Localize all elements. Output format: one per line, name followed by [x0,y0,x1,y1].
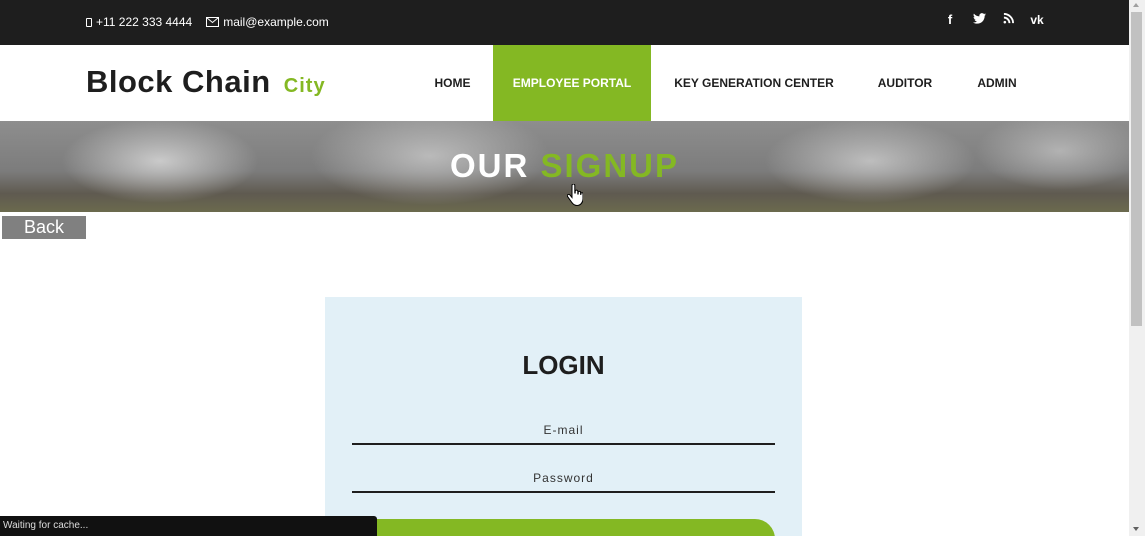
email-address[interactable]: mail@example.com [223,15,329,29]
nav-employee-portal[interactable]: EMPLOYEE PORTAL [493,45,651,121]
banner-title-main: OUR [449,147,530,184]
browser-viewport: +11 222 333 4444 mail@example.com f vk B… [0,0,1145,536]
login-card: LOGIN [325,297,802,536]
site-header: Block Chain City HOME EMPLOYEE PORTAL KE… [0,45,1129,121]
nav-auditor[interactable]: AUDITOR [857,45,953,121]
login-submit-button[interactable] [352,519,775,536]
page-banner: OUR SIGNUP [0,121,1129,212]
scroll-down-arrow-icon[interactable] [1133,527,1139,531]
email-contact[interactable]: mail@example.com [206,15,329,29]
top-bar: +11 222 333 4444 mail@example.com f vk [0,0,1129,45]
phone-contact: +11 222 333 4444 [86,15,192,29]
main-nav: HOME EMPLOYEE PORTAL KEY GENERATION CENT… [412,45,1041,121]
mail-icon [206,17,220,27]
contact-info: +11 222 333 4444 mail@example.com [86,15,343,29]
twitter-icon[interactable] [971,12,987,27]
site-logo[interactable]: Block Chain City [86,64,326,100]
nav-key-generation-center[interactable]: KEY GENERATION CENTER [651,45,857,121]
password-field[interactable] [352,465,775,493]
facebook-icon[interactable]: f [942,12,958,27]
social-links: f vk [942,12,1045,27]
page: +11 222 333 4444 mail@example.com f vk B… [0,0,1129,536]
nav-admin[interactable]: ADMIN [953,45,1041,121]
login-title: LOGIN [522,350,605,380]
hand-cursor-icon [567,184,583,206]
nav-home[interactable]: HOME [412,45,493,121]
vk-icon[interactable]: vk [1029,13,1045,27]
email-field[interactable] [352,417,775,445]
banner-title-accent: SIGNUP [540,147,680,184]
browser-status-bar: Waiting for cache... [0,516,377,536]
scroll-up-arrow-icon[interactable] [1133,3,1139,7]
brand-accent: City [283,75,326,97]
brand-name: Block Chain [86,64,271,99]
banner-title: OUR SIGNUP [0,147,1129,185]
back-button[interactable]: Back [2,216,86,239]
rss-icon[interactable] [1000,12,1016,27]
vertical-scrollbar[interactable] [1129,0,1145,536]
phone-icon [86,17,92,27]
scroll-thumb[interactable] [1131,12,1142,326]
phone-number: +11 222 333 4444 [96,15,193,29]
